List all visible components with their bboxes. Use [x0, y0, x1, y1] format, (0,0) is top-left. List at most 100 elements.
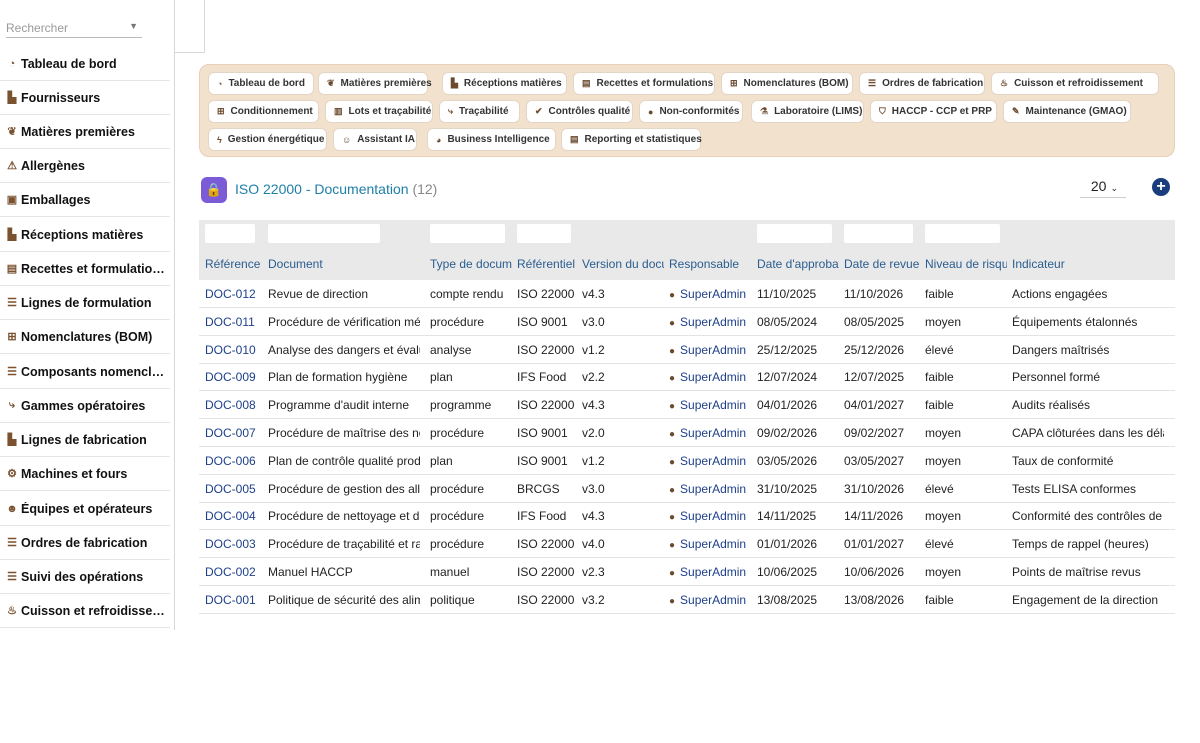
column-header[interactable]: Document [268, 257, 426, 271]
table-row[interactable]: DOC-007 Procédure de maîtrise des non-con… [199, 419, 1175, 447]
sidebar-item[interactable]: ⚠ Allergènes [0, 149, 170, 183]
table-cell: 01/01/2026 [757, 537, 818, 552]
nav-chip[interactable]: ⊞ Conditionnement [208, 100, 319, 123]
sidebar-item[interactable]: ☰ Suivi des opérations [0, 560, 170, 594]
nav-chip[interactable]: ▤ Recettes et formulations [573, 72, 715, 95]
nav-chip[interactable]: ▙ Réceptions matières [442, 72, 567, 95]
table-row[interactable]: DOC-002 Manuel HACCP manuel ISO 22000 v2.3 ● S… [199, 558, 1175, 586]
table-cell: 14/11/2026 [844, 509, 904, 524]
document-reference-link[interactable]: DOC-005 [205, 482, 263, 496]
sidebar-item-label: Lignes de fabrication [21, 432, 147, 447]
sidebar-item[interactable]: ⚙ Machines et fours [0, 457, 170, 491]
nav-chip[interactable]: ⤷ Traçabilité [439, 100, 520, 123]
nav-chip[interactable]: ❦ Matières premières [318, 72, 432, 95]
nav-chip[interactable]: ◔ Tableau de bord [208, 72, 314, 95]
table-row[interactable]: DOC-011 Procédure de vérification métrolo… [199, 308, 1175, 336]
table-row[interactable]: DOC-003 Procédure de traçabilité et rappe… [199, 530, 1175, 559]
column-filter-input[interactable] [430, 224, 505, 243]
table-row[interactable]: DOC-001 Politique de sécurité des aliment… [199, 586, 1175, 614]
column-filter-input[interactable] [517, 224, 571, 243]
nav-chip[interactable]: ▥ Lots et traçabilité [325, 100, 433, 123]
table-cell: Tests ELISA conformes [1012, 481, 1137, 496]
document-reference-link[interactable]: DOC-001 [205, 593, 263, 607]
document-reference-link[interactable]: DOC-006 [205, 454, 263, 468]
table-cell: ISO 22000 [517, 565, 575, 579]
nav-chip[interactable]: ☺ Assistant IA [333, 128, 417, 151]
nav-chip[interactable]: ✔ Contrôles qualité [526, 100, 633, 123]
search-input[interactable]: Rechercher ▼ [6, 18, 142, 38]
sidebar-item[interactable]: ☰ Composants nomenclature [0, 355, 170, 389]
sidebar-item[interactable]: ▙ Lignes de fabrication [0, 423, 170, 457]
column-header[interactable]: Type de document [430, 257, 512, 271]
nav-chip[interactable]: ϟ Gestion énergétique [208, 128, 327, 151]
document-reference-link[interactable]: DOC-002 [205, 565, 263, 579]
nav-chip[interactable]: ◕ Business Intelligence [427, 128, 556, 151]
nav-chip[interactable]: ☰ Ordres de fabrication [859, 72, 985, 95]
sidebar-item[interactable]: ▣ Emballages [0, 183, 170, 217]
table-cell: ● SuperAdmin [669, 343, 751, 357]
sidebar-item[interactable]: ☻ Équipes et opérateurs [0, 492, 170, 526]
report-icon: ▤ [570, 134, 579, 144]
column-header[interactable]: Version du document [582, 257, 664, 271]
nav-chip[interactable]: ⊞ Nomenclatures (BOM) [721, 72, 853, 95]
table-row[interactable]: DOC-005 Procédure de gestion des allergèn… [199, 475, 1175, 503]
column-header[interactable]: Date de revue [844, 257, 920, 271]
column-filter-input[interactable] [925, 224, 1000, 243]
sidebar-item-label: Fournisseurs [21, 90, 101, 105]
column-header[interactable]: Niveau de risque [925, 257, 1007, 271]
nav-chip[interactable]: ✎ Maintenance (GMAO) [1003, 100, 1131, 123]
nav-chip[interactable]: ● Non-conformités [639, 100, 743, 123]
sidebar-item[interactable]: ♨ Cuisson et refroidissement [0, 594, 170, 628]
table-cell: 03/05/2026 [757, 453, 818, 468]
document-reference-link[interactable]: DOC-004 [205, 509, 263, 523]
document-reference-link[interactable]: DOC-009 [205, 370, 263, 384]
nav-chip[interactable]: ⛉ HACCP - CCP et PRP [870, 100, 997, 123]
document-reference-link[interactable]: DOC-010 [205, 343, 263, 357]
column-filter-input[interactable] [205, 224, 255, 243]
column-filter-input[interactable] [844, 224, 913, 243]
responsible-name: SuperAdmin [680, 481, 747, 496]
sidebar-item[interactable]: ⤷ Gammes opératoires [0, 389, 170, 423]
page-size-select[interactable]: 20 ⌄ [1080, 178, 1126, 198]
document-reference-link[interactable]: DOC-011 [205, 315, 263, 329]
nav-chip[interactable]: ♨ Cuisson et refroidissement [991, 72, 1159, 95]
nav-chip-label: Traçabilité [459, 106, 509, 117]
document-reference-link[interactable]: DOC-012 [205, 287, 263, 301]
sidebar-item[interactable]: ⊞ Nomenclatures (BOM) [0, 320, 170, 354]
column-filter-input[interactable] [268, 224, 380, 243]
table-row[interactable]: DOC-010 Analyse des dangers et évaluation… [199, 336, 1175, 364]
sidebar-item[interactable]: ◔ Tableau de bord [0, 47, 170, 81]
table-row[interactable]: DOC-009 Plan de formation hygiène plan IFS … [199, 363, 1175, 392]
table-row[interactable]: DOC-004 Procédure de nettoyage et désinfe… [199, 502, 1175, 531]
table-cell: 14/11/2025 [757, 509, 817, 524]
table-row[interactable]: DOC-008 Programme d'audit interne programm… [199, 391, 1175, 420]
table-cell: moyen [925, 314, 962, 329]
column-header[interactable]: Référence [205, 257, 263, 271]
sidebar-item[interactable]: ▤ Recettes et formulations [0, 252, 170, 286]
table-row[interactable]: DOC-012 Revue de direction compte rendu ISO… [199, 280, 1175, 308]
nav-chip-label: Cuisson et refroidissement [1014, 78, 1143, 89]
nav-chip[interactable]: ▤ Reporting et statistiques [561, 128, 702, 151]
chevron-down-icon[interactable]: ▼ [129, 21, 138, 31]
table-row[interactable]: DOC-006 Plan de contrôle qualité produit p… [199, 447, 1175, 475]
column-header[interactable]: Responsable [669, 257, 751, 271]
column-header[interactable]: Référentiel [517, 257, 577, 271]
sidebar-item[interactable]: ☰ Ordres de fabrication [0, 526, 170, 560]
sidebar-item[interactable]: ▙ Réceptions matières [0, 218, 170, 252]
table-cell: v3.0 [582, 481, 605, 496]
document-reference-link[interactable]: DOC-003 [205, 537, 263, 551]
table-cell: v1.2 [582, 453, 605, 468]
sidebar-item[interactable]: ▙ Fournisseurs [0, 81, 170, 115]
nav-chip[interactable]: ⚗ Laboratoire (LIMS) [751, 100, 864, 123]
sidebar-item[interactable]: ❦ Matières premières [0, 115, 170, 149]
document-reference-link[interactable]: DOC-007 [205, 426, 263, 440]
column-header[interactable]: Date d'approbation [757, 257, 839, 271]
chevron-down-icon: ⌄ [1110, 183, 1118, 193]
add-record-button[interactable]: + [1152, 178, 1170, 196]
user-icon: ● [669, 512, 676, 524]
sidebar-item[interactable]: ☰ Lignes de formulation [0, 286, 170, 320]
column-header[interactable]: Indicateur [1012, 257, 1172, 271]
document-reference-link[interactable]: DOC-008 [205, 398, 263, 412]
column-filter-input[interactable] [757, 224, 832, 243]
nav-chip-label: Conditionnement [230, 106, 313, 117]
